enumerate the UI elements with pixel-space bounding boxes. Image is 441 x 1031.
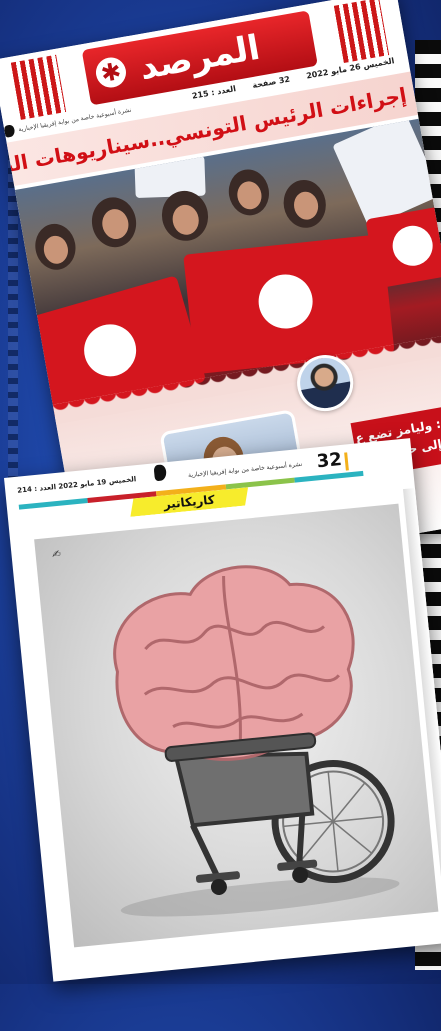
tunisian-flag bbox=[365, 203, 441, 289]
color-segment bbox=[225, 477, 295, 490]
masthead-stripes-right bbox=[333, 0, 390, 63]
flag-emblem bbox=[255, 271, 316, 332]
artist-signature: ✍︎ bbox=[51, 548, 61, 561]
color-segment bbox=[294, 470, 364, 483]
brain-wheelchair-drawing bbox=[113, 565, 400, 917]
caricature-page: نشرة أسبوعية خاصة من بوابة إفريقيا الإخب… bbox=[4, 438, 441, 993]
page-date: الخميس 19 مايو 2022 العدد : 214 bbox=[16, 475, 137, 495]
flag-emblem bbox=[77, 318, 143, 383]
flag-emblem bbox=[389, 222, 436, 269]
africa-map-icon bbox=[153, 464, 167, 482]
ground-shadow bbox=[120, 877, 400, 917]
page-title: نشرة أسبوعية خاصة من بوابة إفريقيا الإخب… bbox=[187, 460, 303, 480]
emblem-icon bbox=[93, 55, 129, 90]
caricature-illustration: ✍︎ bbox=[34, 503, 439, 948]
color-segment bbox=[18, 497, 89, 510]
masthead-stripes-left bbox=[10, 54, 67, 120]
page-number: 32 bbox=[315, 448, 343, 473]
masthead-title: المرصد bbox=[136, 27, 263, 89]
